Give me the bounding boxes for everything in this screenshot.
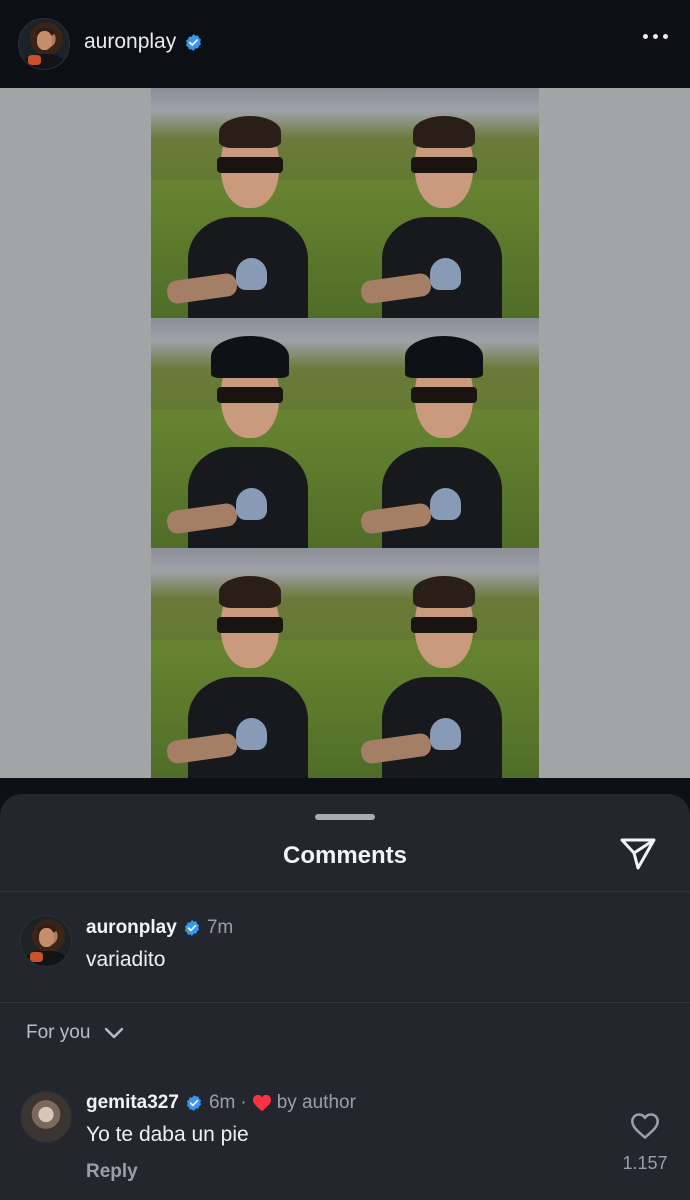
caption-username[interactable]: auronplay [86, 917, 177, 939]
post-author[interactable]: auronplay [84, 30, 203, 54]
collage-photo [151, 88, 345, 318]
comment-time: 6m [208, 1092, 236, 1113]
caption-avatar[interactable] [20, 915, 72, 967]
caption-author: auronplay 7m [86, 917, 233, 939]
collage-photo [345, 88, 539, 318]
photo-collage [151, 88, 539, 778]
comment-header: gemita327 6m · by author [86, 1092, 356, 1114]
comments-sheet: Comments auronplay 7m variadito For you … [0, 794, 690, 1200]
post-author-avatar[interactable] [18, 18, 70, 70]
collage-photo [151, 318, 345, 548]
sheet-drag-handle[interactable] [315, 814, 375, 820]
post-header: auronplay [0, 0, 690, 88]
sheet-title: Comments [282, 842, 408, 869]
author-heart-icon [252, 1094, 271, 1112]
chevron-down-icon [105, 1027, 124, 1039]
like-count: 1.157 [622, 1153, 668, 1173]
liked-by-author-label: by author [276, 1092, 356, 1113]
send-icon[interactable] [618, 836, 658, 872]
divider [0, 891, 690, 892]
filter-label: For you [26, 1022, 91, 1043]
comment-filter-dropdown[interactable]: For you [26, 1022, 124, 1044]
collage-photo [151, 548, 345, 778]
post-username[interactable]: auronplay [84, 30, 176, 54]
heart-icon[interactable] [630, 1112, 660, 1140]
verified-badge-icon [184, 920, 199, 936]
comment-meta: 6m · by author [209, 1092, 356, 1114]
divider [0, 1002, 690, 1003]
verified-badge-icon [186, 33, 202, 51]
collage-photo [345, 318, 539, 548]
collage-photo [345, 548, 539, 778]
caption-time: 7m [206, 917, 234, 938]
comment-username[interactable]: gemita327 [86, 1092, 179, 1114]
post-image[interactable] [0, 88, 690, 778]
verified-badge-icon [186, 1095, 202, 1111]
comment-text: Yo te daba un pie [86, 1123, 249, 1146]
more-options-icon[interactable] [643, 34, 668, 39]
reply-button[interactable]: Reply [86, 1161, 138, 1183]
caption-text: variadito [86, 948, 166, 971]
commenter-avatar[interactable] [20, 1091, 72, 1143]
meta-separator: · [240, 1092, 247, 1113]
